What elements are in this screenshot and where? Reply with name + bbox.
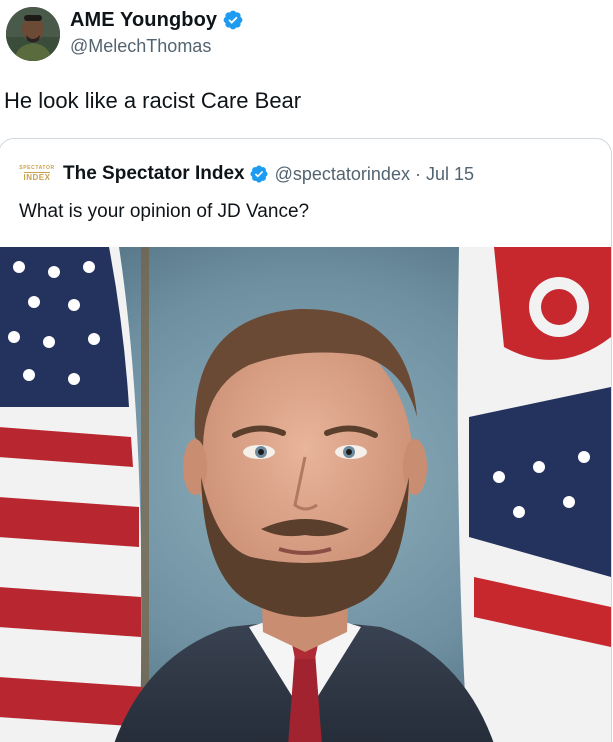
tweet-text: He look like a racist Care Bear [4,88,302,113]
quoted-tweet-card[interactable]: SPECTATOR INDEX The Spectator Index @spe… [0,138,612,742]
meta-separator: · [414,163,421,184]
author-avatar[interactable] [6,7,60,61]
quoted-author-name[interactable]: The Spectator Index [63,163,245,185]
us-flag [0,247,149,742]
quoted-author-handle[interactable]: @spectatorindex [275,164,410,185]
author-name[interactable]: AME Youngboy [70,9,217,32]
spectator-index-logo[interactable]: SPECTATOR INDEX [19,163,55,185]
quoted-tweet-text: What is your opinion of JD Vance? [19,201,310,222]
quoted-verified-badge-icon[interactable] [249,164,269,184]
quoted-tweet-photo[interactable] [0,247,611,742]
quoted-tweet-date[interactable]: Jul 15 [426,164,474,185]
logo-line2: INDEX [23,172,51,182]
quoted-tweet-header: SPECTATOR INDEX The Spectator Index @spe… [19,161,474,187]
verified-badge-icon[interactable] [222,9,244,31]
ohio-flag [457,247,611,742]
avatar-image [6,7,60,61]
author-handle[interactable]: @MelechThomas [70,36,244,57]
tweet-author: AME Youngboy @MelechThomas [70,7,244,57]
author-name-row: AME Youngboy [70,7,244,33]
portrait-photo-image [0,247,611,742]
logo-line1: SPECTATOR [19,165,55,171]
